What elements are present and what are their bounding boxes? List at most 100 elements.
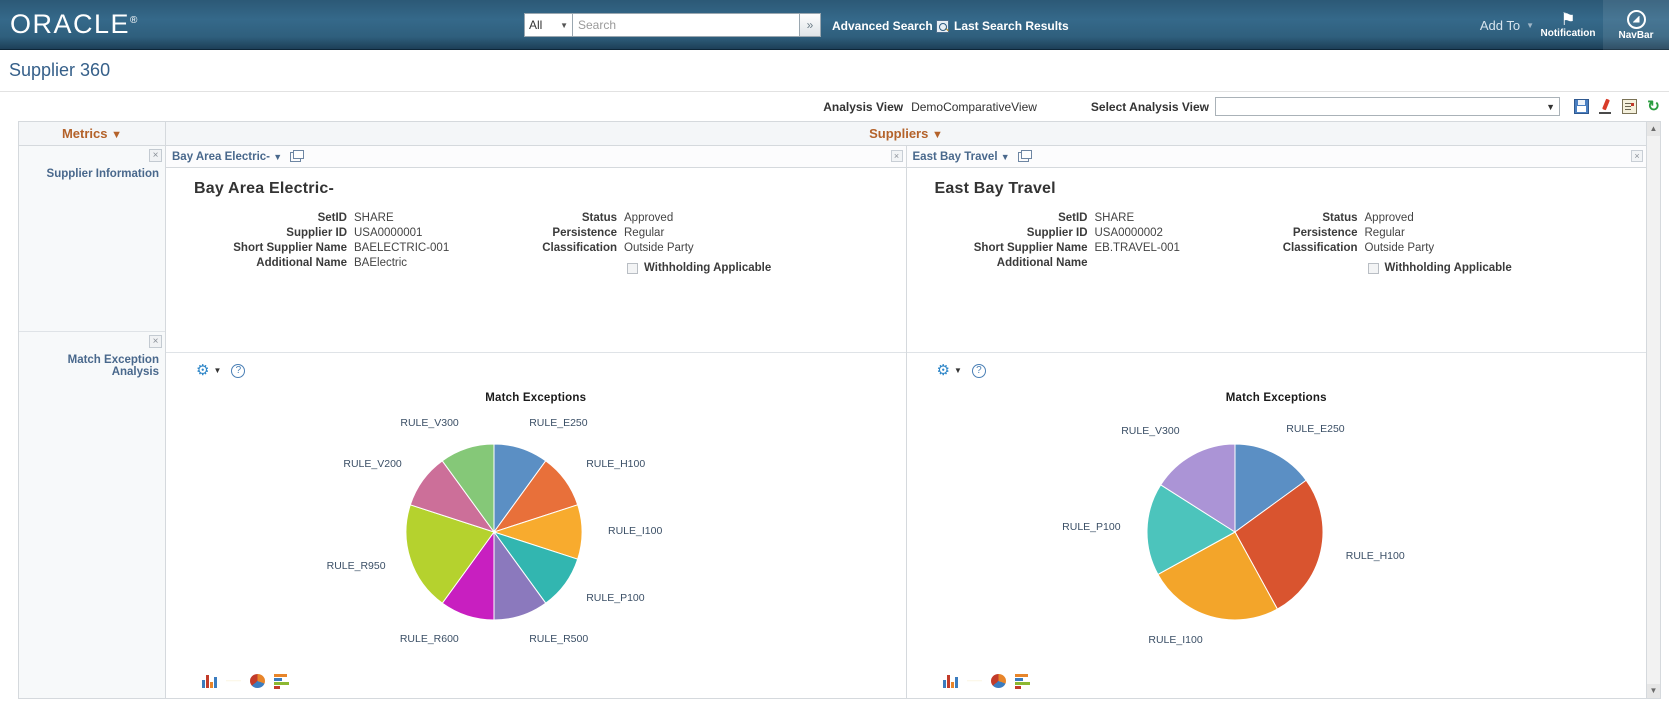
pie-chart[interactable]: RULE_E250 RULE_H100 RULE_I100 RULE_P100 RULE… [907,404,1647,674]
horizontal-bar-chart-icon[interactable] [274,674,289,689]
notification-button[interactable]: ⚑ Notification [1535,0,1601,50]
pie-slice-label: RULE_R600 [399,633,459,646]
withholding-applicable-label: Withholding Applicable [1384,262,1512,274]
metric-label-match-exception-analysis[interactable]: Match Exception Analysis [23,354,159,378]
chart-toolbar: ⚙ ▼ ? [166,363,906,378]
add-to-menu[interactable]: Add To ▼ [1480,18,1534,33]
select-analysis-view-dropdown[interactable]: ▼ [1215,97,1560,116]
field-supplier-id: Supplier ID USA0000002 [935,227,1240,239]
field-label: Supplier ID [286,227,347,239]
metric-label-supplier-information[interactable]: Supplier Information [47,168,159,180]
field-persistence: Persistence Regular [1240,227,1512,239]
chevron-down-icon: ▼ [1000,151,1010,162]
supplier-fields-left: SetID SHARE Supplier ID USA0000001 Short… [194,212,499,274]
chevron-down-icon: ▼ [931,129,943,141]
pie-slice-label: RULE_P100 [1062,521,1121,534]
supplier-tab-east-bay-travel[interactable]: East Bay Travel ▼ × [906,146,1646,167]
pie-chart-icon[interactable] [250,674,265,688]
analysis-grid: Metrics ▼ × Supplier Information × Match… [18,121,1661,699]
match-exception-chart-block: ⚙ ▼ ? Match Exceptions RULE_E250 RULE_H10… [907,353,1647,698]
field-value: USA0000002 [1094,227,1163,239]
field-label: Classification [1282,242,1358,254]
scrollbar-thumb[interactable] [1647,136,1660,684]
gear-icon[interactable]: ⚙ [196,363,209,378]
chevron-down-icon[interactable]: ▼ [954,366,962,375]
page-title-bar: Supplier 360 [0,50,1669,92]
field-label: Additional Name [996,257,1088,269]
vertical-scrollbar[interactable]: ▲ ▼ [1646,122,1660,698]
global-header: ORACLE® All ▼ » Advanced Search Last Sea… [0,0,1669,50]
close-icon[interactable]: × [890,150,903,162]
bar-chart-icon[interactable] [202,674,217,688]
pie-slice-label: RULE_V300 [1121,425,1180,438]
metric-row-match-exception-analysis: × Match Exception Analysis [19,332,165,698]
chart-area: Match Exceptions RULE_E250 RULE_H100 RULE_… [907,378,1647,674]
advanced-search-link[interactable]: Advanced Search [832,19,933,33]
search-scope-value: All [529,18,543,32]
withholding-applicable-checkbox[interactable] [627,262,638,274]
pie-chart-svg[interactable] [166,404,826,644]
withholding-applicable-label: Withholding Applicable [644,262,772,274]
supplier-tab-label[interactable]: East Bay Travel ▼ [913,151,1010,163]
navbar-button[interactable]: NavBar [1603,0,1669,50]
bar-chart-icon[interactable] [942,674,958,688]
save-icon[interactable] [1574,99,1589,114]
close-icon[interactable]: × [149,149,162,162]
supplier-fields-right: Status Approved Persistence Regular Clas… [499,212,771,274]
popout-icon[interactable] [1017,149,1032,162]
field-supplier-id: Supplier ID USA0000001 [194,227,499,239]
supplier-fields-left: SetID SHARE Supplier ID USA0000002 Short… [935,212,1240,274]
add-to-label: Add To [1479,18,1521,33]
suppliers-header-menu[interactable]: Suppliers ▼ [869,126,943,141]
search-submit-button[interactable]: » [799,13,821,37]
field-label: Persistence [1292,227,1358,239]
analysis-view-value: DemoComparativeView [911,99,1037,114]
flag-icon: ⚑ [1560,9,1576,29]
metrics-header-menu[interactable]: Metrics ▼ [62,126,122,141]
supplier-tab-text: Bay Area Electric- [172,150,271,163]
field-status: Status Approved [499,212,771,224]
horizontal-bar-chart-icon[interactable] [1014,674,1030,689]
field-value: Outside Party [1364,242,1435,254]
analysis-view-label: Analysis View [823,99,904,114]
pie-chart-icon[interactable] [990,674,1006,688]
line-chart-icon[interactable] [226,674,241,688]
help-icon[interactable]: ? [231,363,246,378]
notification-label: Notification [1540,27,1596,39]
suppliers-header-label: Suppliers [869,126,929,141]
field-classification: Classification Outside Party [499,242,771,254]
supplier-tab-label[interactable]: Bay Area Electric- ▼ [172,151,282,163]
navbar-label: NavBar [1618,29,1654,41]
pie-slice-label: RULE_H100 [586,457,646,470]
close-icon[interactable]: × [1631,150,1643,162]
supplier-tab-bay-area-electric[interactable]: Bay Area Electric- ▼ × [166,146,907,167]
last-search-results-link[interactable]: Last Search Results [936,19,1069,33]
line-chart-icon[interactable] [966,674,982,688]
help-icon[interactable]: ? [971,363,986,378]
supplier-tab-bar: Bay Area Electric- ▼ × East Bay Travel ▼… [166,146,1646,168]
popout-icon[interactable] [290,149,305,162]
field-label: Short Supplier Name [233,242,347,254]
match-exception-chart-block: ⚙ ▼ ? Match Exceptions RULE_E250 RULE_H10… [166,353,906,698]
compass-icon [1626,9,1646,29]
refresh-icon[interactable]: ↻ [1646,99,1661,114]
supplier-panes: Bay Area Electric- SetID SHARE Supplier … [166,168,1646,698]
withholding-applicable-checkbox[interactable] [1367,262,1379,274]
edit-icon[interactable] [1598,99,1613,114]
scroll-up-arrow-icon[interactable]: ▲ [1647,122,1660,136]
note-icon[interactable] [1622,99,1637,114]
close-icon[interactable]: × [149,335,162,348]
pie-slice-label: RULE_E250 [1286,423,1345,436]
gear-icon[interactable]: ⚙ [937,363,950,378]
scroll-down-arrow-icon[interactable]: ▼ [1647,684,1660,698]
search-scope-select[interactable]: All ▼ [524,13,572,37]
chevron-down-icon: ▼ [111,129,123,141]
search-input[interactable] [572,13,799,37]
field-value: Approved [624,212,674,224]
chevron-down-icon[interactable]: ▼ [213,366,221,375]
search-results-icon [936,19,949,33]
pie-chart[interactable]: RULE_E250 RULE_H100 RULE_I100 RULE_P100 RULE… [166,404,906,674]
supplier-fields-right: Status Approved Persistence Regular Clas… [1240,212,1512,274]
pie-slice-label: RULE_I100 [1148,634,1203,647]
chart-type-switcher [907,674,1647,698]
